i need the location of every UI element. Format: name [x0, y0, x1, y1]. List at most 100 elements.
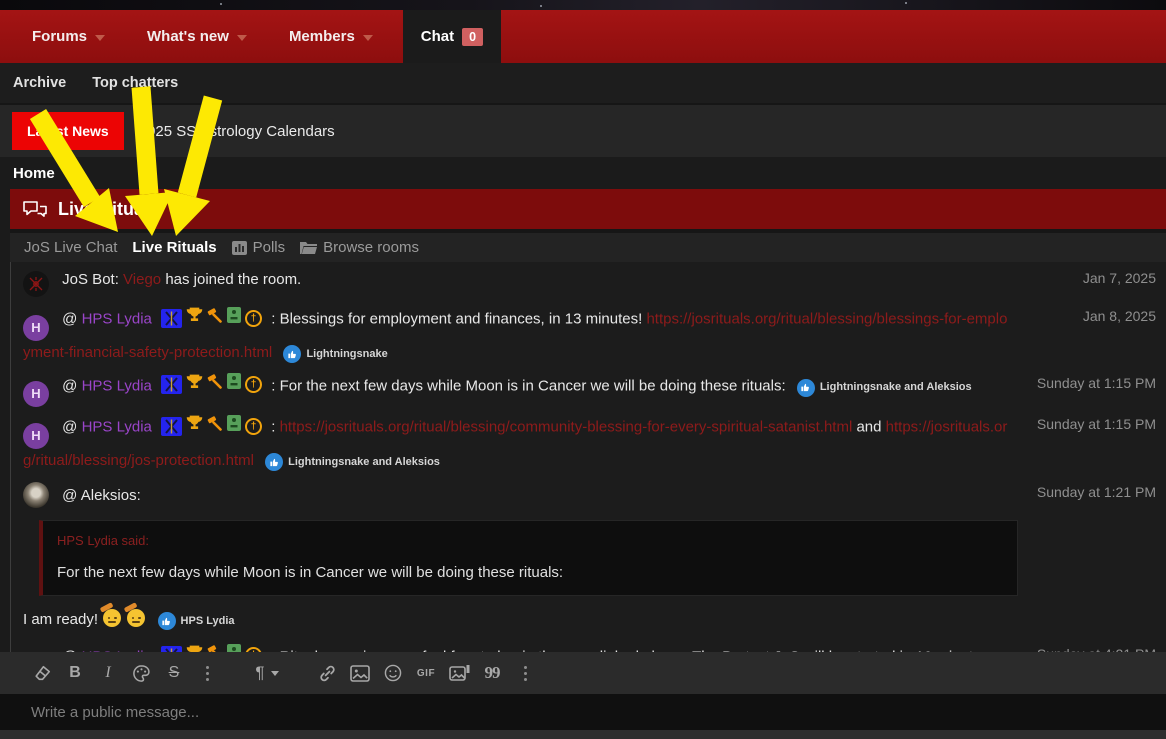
message-timestamp: Jan 8, 2025: [1083, 308, 1156, 324]
nav-item-label: What's new: [147, 28, 229, 45]
image-icon: [350, 665, 370, 682]
user-link[interactable]: Viego: [123, 271, 161, 288]
vertical-dots-icon: [206, 666, 209, 681]
aleksios-avatar[interactable]: [23, 482, 49, 508]
tab-label: JoS Live Chat: [24, 239, 117, 256]
like-reaction[interactable]: Lightningsnake: [283, 343, 387, 366]
news-headline-link[interactable]: 2025 SS Astrology Calendars: [139, 123, 335, 140]
reaction-user-names: HPS Lydia: [181, 610, 235, 633]
thumbs-up-icon: [797, 379, 815, 397]
like-reaction[interactable]: Lightningsnake and Aleksios: [797, 376, 972, 399]
jos-emblem-badge-icon: [161, 646, 182, 652]
jos-emblem-badge-icon: [161, 375, 182, 394]
insert-emoji-button[interactable]: [381, 659, 405, 687]
star-dot: [540, 5, 542, 7]
palette-icon: [132, 664, 151, 683]
subnav-link-archive[interactable]: Archive: [13, 75, 66, 91]
tip-hat-emoji: [127, 609, 145, 627]
tab-browse-rooms[interactable]: Browse rooms: [300, 239, 419, 256]
message-timestamp: Sunday at 4:21 PM: [1037, 646, 1156, 653]
remove-formatting-button[interactable]: [30, 659, 54, 687]
paragraph-format-button[interactable]: ¶: [255, 659, 279, 687]
sub-navbar: Archive Top chatters: [0, 63, 1166, 103]
at-symbol: @: [62, 419, 77, 436]
user-badges: †: [161, 644, 262, 653]
tab-live-rituals[interactable]: Live Rituals: [132, 239, 216, 256]
insert-image-button[interactable]: [348, 659, 372, 687]
message-text: For the next few days while Moon is in C…: [280, 377, 786, 394]
room-header: Live Rituals: [10, 189, 1166, 229]
nav-item-forums[interactable]: Forums: [28, 10, 109, 63]
reaction-user-names: Lightningsnake and Aleksios: [288, 451, 440, 474]
chat-tab-label: Chat: [421, 28, 454, 45]
header-background-strip: [0, 0, 1166, 10]
username-link[interactable]: HPS Lydia: [82, 648, 152, 652]
main-navbar: Forums What's new Members Chat 0: [0, 10, 1166, 63]
hps-lydia-avatar[interactable]: H: [23, 381, 49, 407]
latest-news-button[interactable]: Latest News: [12, 112, 124, 150]
user-badges: †: [161, 414, 262, 438]
separator-colon: :: [271, 377, 275, 394]
chat-bubbles-icon: [22, 199, 48, 220]
message-author: Aleksios:: [81, 487, 141, 504]
conjunction-text: and: [856, 419, 881, 436]
separator-colon: :: [271, 419, 275, 436]
breadcrumb-home-link[interactable]: Home: [13, 165, 55, 182]
bold-button[interactable]: B: [63, 659, 87, 687]
chat-message: H @ HPS Lydia † : For the next few days …: [23, 373, 1166, 408]
italic-button[interactable]: I: [96, 659, 120, 687]
nav-item-whats-new[interactable]: What's new: [143, 10, 251, 63]
message-timestamp: Sunday at 1:15 PM: [1037, 416, 1156, 432]
message-timestamp: Jan 7, 2025: [1083, 270, 1156, 286]
insert-quote-button[interactable]: 99: [480, 659, 504, 687]
news-ticker-row: Latest News 2025 SS Astrology Calendars: [0, 103, 1166, 157]
eraser-icon: [33, 664, 52, 682]
like-reaction[interactable]: Lightningsnake and Aleksios: [265, 451, 440, 474]
reaction-user-names: Lightningsnake: [306, 343, 387, 366]
poll-chart-icon: [232, 241, 247, 255]
breadcrumb: Home ›: [0, 157, 1166, 189]
chat-unread-badge: 0: [462, 28, 483, 46]
tab-label: Browse rooms: [323, 239, 419, 256]
navbar-filler: [501, 10, 1166, 63]
nav-tab-chat-active[interactable]: Chat 0: [403, 10, 501, 63]
folder-icon: [300, 241, 317, 254]
tab-label: Polls: [253, 239, 286, 256]
hps-lydia-avatar[interactable]: H: [23, 423, 49, 449]
strikethrough-button[interactable]: S: [162, 659, 186, 687]
gavel-badge-icon: [207, 307, 223, 330]
more-formatting-button[interactable]: [195, 659, 219, 687]
insert-gif-button[interactable]: GIF: [414, 659, 438, 687]
trophy-badge-icon: [186, 306, 203, 330]
ritual-url-link[interactable]: https://josrituals.org/ritual/blessing/c…: [280, 419, 853, 436]
forum-chat-page: Forums What's new Members Chat 0 Archive…: [0, 0, 1166, 739]
subnav-link-top-chatters[interactable]: Top chatters: [92, 75, 178, 91]
tab-jos-live-chat[interactable]: JoS Live Chat: [24, 239, 117, 256]
more-tools-button[interactable]: [513, 659, 537, 687]
nav-item-label: Forums: [32, 28, 87, 45]
insert-media-button[interactable]: [447, 659, 471, 687]
message-timestamp: Sunday at 1:15 PM: [1037, 375, 1156, 391]
message-text: has joined the room.: [165, 271, 301, 288]
chat-message-with-quote: @ Aleksios: Sunday at 1:21 PM HPS Lydia …: [23, 482, 1166, 633]
chevron-down-icon: [271, 671, 279, 676]
public-message-input[interactable]: [0, 704, 1166, 721]
text-color-button[interactable]: [129, 659, 153, 687]
cross-medal-badge-icon: †: [245, 310, 262, 327]
trophy-badge-icon: [186, 644, 203, 653]
tab-polls[interactable]: Polls: [232, 239, 286, 256]
hps-lydia-avatar[interactable]: H: [23, 315, 49, 341]
username-link[interactable]: HPS Lydia: [82, 311, 152, 328]
nav-item-members[interactable]: Members: [285, 10, 377, 63]
like-reaction[interactable]: HPS Lydia: [158, 610, 235, 633]
chat-message-bot-join: JoS Bot: Viego has joined the room. Jan …: [23, 268, 1166, 297]
quote-attribution-link[interactable]: HPS Lydia said:: [57, 533, 1003, 548]
jos-bot-avatar[interactable]: [23, 271, 49, 297]
paragraph-icon: ¶: [255, 663, 264, 683]
message-text: Blessings for employment and finances, i…: [280, 311, 643, 328]
trophy-badge-icon: [186, 414, 203, 438]
chat-message-list[interactable]: JoS Bot: Viego has joined the room. Jan …: [10, 262, 1166, 652]
username-link[interactable]: HPS Lydia: [82, 419, 152, 436]
username-link[interactable]: HPS Lydia: [82, 377, 152, 394]
insert-link-button[interactable]: [315, 659, 339, 687]
